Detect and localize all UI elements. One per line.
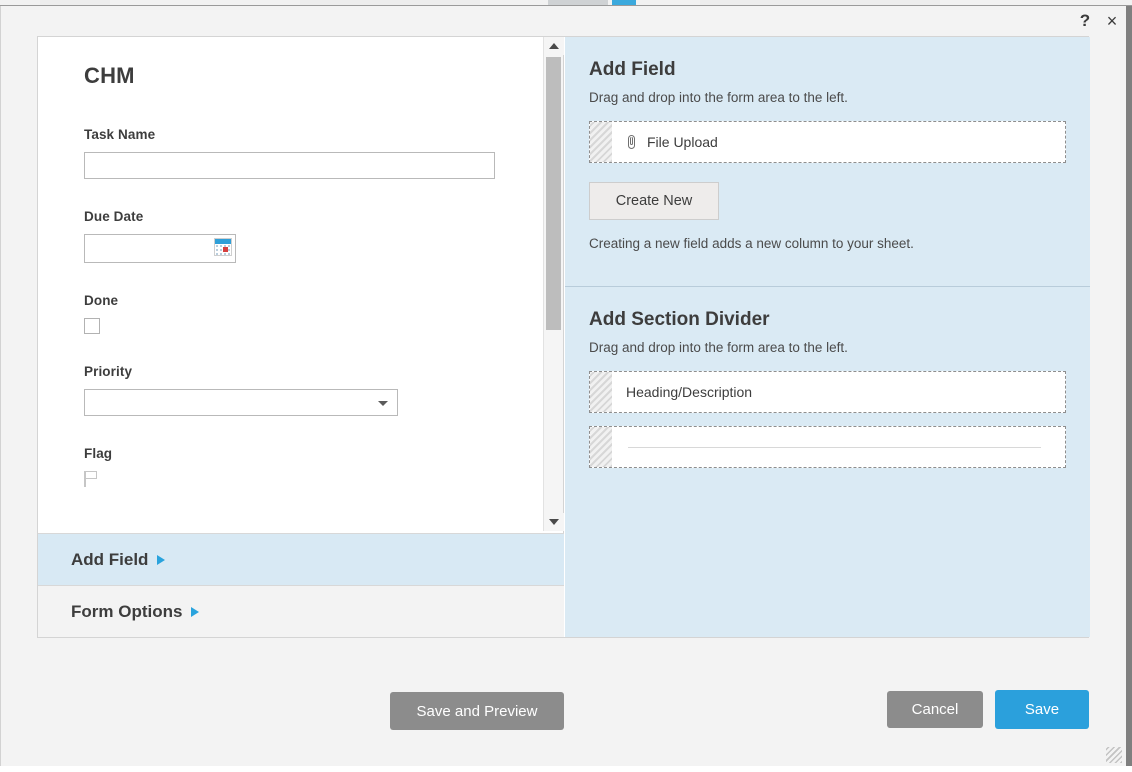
background-fragment <box>700 0 940 5</box>
caret-right-icon <box>191 606 200 617</box>
page-title: CHM <box>84 63 135 88</box>
background-fragment <box>612 0 636 5</box>
window-right-edge <box>1126 6 1132 766</box>
horizontal-rule-icon <box>628 446 1041 448</box>
drag-handle-icon[interactable] <box>590 372 612 412</box>
accordion-item-add-field[interactable]: Add Field <box>38 533 564 585</box>
field-flag: Flag <box>84 446 544 487</box>
section-subtitle: Drag and drop into the form area to the … <box>589 90 848 105</box>
drag-item-label: Heading/Description <box>626 384 753 400</box>
drag-handle-icon[interactable] <box>590 427 612 467</box>
scroll-down-arrow[interactable] <box>544 513 564 531</box>
accordion-item-form-options[interactable]: Form Options <box>38 585 564 637</box>
background-fragment <box>40 0 110 5</box>
section-title: Add Section Divider <box>589 309 770 330</box>
dialog-body: CHM Task Name Due Date Done Priority Fla… <box>37 36 1090 638</box>
form-scroll-area: CHM Task Name Due Date Done Priority Fla… <box>38 37 544 531</box>
create-new-note: Creating a new field adds a new column t… <box>589 236 914 251</box>
done-checkbox[interactable] <box>84 318 100 334</box>
add-field-sidebar: Add Field Drag and drop into the form ar… <box>565 37 1090 637</box>
background-fragment <box>300 0 480 5</box>
field-label: Flag <box>84 446 113 461</box>
accordion-label: Add Field <box>71 549 149 569</box>
save-button[interactable]: Save <box>995 690 1089 729</box>
close-icon[interactable]: × <box>1102 11 1122 31</box>
chevron-down-icon <box>378 401 388 406</box>
drag-handle-icon[interactable] <box>590 122 612 162</box>
field-due-date: Due Date <box>84 209 544 263</box>
caret-right-icon <box>157 554 166 565</box>
field-label: Priority <box>84 364 133 379</box>
field-label: Due Date <box>84 209 144 224</box>
calendar-icon[interactable] <box>214 238 232 256</box>
add-section-divider-section: Add Section Divider Drag and drop into t… <box>565 287 1090 490</box>
drag-item-file-upload[interactable]: File Upload <box>589 121 1066 163</box>
paperclip-icon <box>626 134 638 150</box>
form-accordion: Add Field Form Options <box>38 533 564 637</box>
save-and-preview-button[interactable]: Save and Preview <box>390 692 564 730</box>
scrollbar-thumb[interactable] <box>546 57 561 330</box>
form-preview-panel: CHM Task Name Due Date Done Priority Fla… <box>38 37 564 637</box>
section-title: Add Field <box>589 59 676 80</box>
field-done: Done <box>84 293 544 334</box>
create-new-button[interactable]: Create New <box>589 182 719 220</box>
form-builder-dialog: ? × CHM Task Name Due Date Done Priority… <box>0 6 1126 766</box>
accordion-label: Form Options <box>71 601 183 621</box>
task-name-input[interactable] <box>84 152 495 179</box>
section-subtitle: Drag and drop into the form area to the … <box>589 340 848 355</box>
background-fragment <box>548 0 608 5</box>
field-label: Done <box>84 293 119 308</box>
drag-item-heading-description[interactable]: Heading/Description <box>589 371 1066 413</box>
add-field-section: Add Field Drag and drop into the form ar… <box>565 37 1090 287</box>
dialog-footer: Save and Preview Cancel Save <box>1 684 1127 744</box>
drag-item-label-wrap: File Upload <box>626 134 718 150</box>
dialog-titlebar: ? × <box>1 6 1127 36</box>
resize-grip[interactable] <box>1106 747 1122 763</box>
priority-select[interactable] <box>84 389 398 416</box>
help-icon[interactable]: ? <box>1075 11 1095 31</box>
field-priority: Priority <box>84 364 544 416</box>
cancel-button[interactable]: Cancel <box>887 691 983 728</box>
field-task-name: Task Name <box>84 127 544 179</box>
flag-icon[interactable] <box>84 471 99 487</box>
field-label: Task Name <box>84 127 156 142</box>
drag-item-label: File Upload <box>647 134 718 150</box>
form-vertical-scrollbar[interactable] <box>543 37 564 531</box>
scroll-up-arrow[interactable] <box>544 37 564 55</box>
drag-item-horizontal-rule[interactable] <box>589 426 1066 468</box>
